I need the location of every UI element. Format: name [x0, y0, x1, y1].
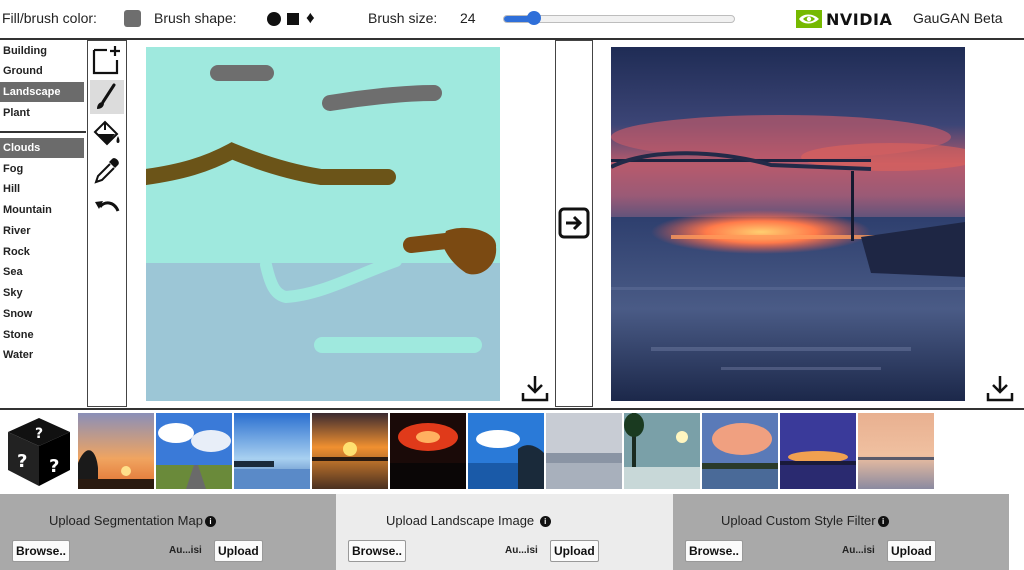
upload-landscape-title-text: Upload Landscape Image: [386, 513, 535, 528]
download-output-icon[interactable]: [985, 373, 1015, 403]
right-gutter: [1009, 494, 1024, 570]
info-icon[interactable]: i: [204, 516, 216, 528]
label-building[interactable]: Building: [0, 41, 84, 61]
brush-icon[interactable]: [90, 80, 124, 114]
label-plant[interactable]: Plant: [0, 103, 84, 123]
upload-landscape-title: Upload Landscape Image i: [386, 513, 551, 528]
upload-landscape-panel: Upload Landscape Image i Browse.. Au...i…: [336, 494, 673, 570]
download-segmentation-icon[interactable]: [520, 373, 550, 403]
style-thumbnail-pink-clouds[interactable]: [702, 413, 778, 489]
app-title: GauGAN Beta: [913, 10, 1003, 26]
label-group-divider: [0, 131, 86, 133]
label-water[interactable]: Water: [0, 345, 84, 365]
upload-segmentation-panel: Upload Segmentation Map i Browse.. Au...i…: [0, 494, 336, 570]
new-canvas-icon[interactable]: [90, 43, 124, 77]
label-stone[interactable]: Stone: [0, 325, 84, 345]
label-mountain[interactable]: Mountain: [0, 200, 84, 220]
label-landscape[interactable]: Landscape: [0, 82, 84, 102]
label-fog[interactable]: Fog: [0, 159, 84, 179]
style-thumbnail-blue-sky-lake[interactable]: [234, 413, 310, 489]
svg-text:?: ?: [35, 426, 43, 442]
style-thumbnail-tree-water[interactable]: [624, 413, 700, 489]
browse-landscape-button[interactable]: Browse..: [348, 540, 407, 562]
style-thumbnail-clouds-road[interactable]: [156, 413, 232, 489]
info-icon[interactable]: i: [877, 516, 889, 528]
upload-style-title: Upload Custom Style Filter i: [721, 513, 889, 528]
brush-size-label: Brush size:: [368, 10, 438, 26]
generated-landscape-image: [611, 47, 965, 401]
label-list: Building Ground Landscape Plant Clouds F…: [0, 40, 86, 408]
random-style-dice-icon[interactable]: ? ? ?: [4, 414, 74, 488]
nvidia-brand-name: NVIDIA: [826, 9, 893, 29]
brush-shape-label: Brush shape:: [154, 10, 237, 26]
upload-segmentation-title-text: Upload Segmentation Map: [49, 513, 203, 528]
upload-style-panel: Upload Custom Style Filter i Browse.. Au.…: [673, 494, 1009, 570]
brush-color-swatch[interactable]: [124, 10, 141, 27]
brush-size-slider[interactable]: [503, 11, 735, 25]
label-ground[interactable]: Ground: [0, 61, 84, 81]
upload-segmentation-button[interactable]: Upload: [214, 540, 263, 562]
label-clouds[interactable]: Clouds: [0, 138, 84, 158]
label-sky[interactable]: Sky: [0, 283, 84, 303]
brush-size-slider-thumb[interactable]: [527, 11, 541, 25]
segmentation-canvas[interactable]: [146, 47, 500, 401]
eyedropper-icon[interactable]: [90, 154, 124, 188]
style-thumbnail-purple-sunset[interactable]: [780, 413, 856, 489]
upload-segmentation-title: Upload Segmentation Map i: [49, 513, 216, 528]
browse-style-button[interactable]: Browse..: [685, 540, 744, 562]
svg-text:?: ?: [49, 456, 59, 477]
square-brush-shape-icon[interactable]: [287, 13, 299, 25]
label-sea[interactable]: Sea: [0, 262, 84, 282]
fill-color-label: Fill/brush color:: [2, 10, 97, 26]
brush-size-value: 24: [460, 10, 476, 26]
landscape-file-name: Au...isi: [505, 545, 538, 556]
circle-brush-shape-icon[interactable]: [267, 12, 281, 26]
undo-icon[interactable]: [90, 191, 124, 225]
style-thumbnail-sunset-lake[interactable]: [312, 413, 388, 489]
generate-column: [555, 40, 593, 407]
diamond-brush-shape-icon[interactable]: ♦: [306, 9, 315, 26]
upload-style-title-text: Upload Custom Style Filter: [721, 513, 876, 528]
style-file-name: Au...isi: [842, 545, 875, 556]
segmentation-file-name: Au...isi: [169, 545, 202, 556]
info-icon[interactable]: i: [539, 516, 551, 528]
label-river[interactable]: River: [0, 221, 84, 241]
top-toolbar: Fill/brush color: Brush shape: ♦ Brush s…: [0, 0, 1024, 40]
style-thumbnail-strip: ? ? ?: [0, 408, 1024, 496]
fill-bucket-icon[interactable]: [90, 117, 124, 151]
nvidia-logo: NVIDIA: [796, 8, 892, 30]
style-thumbnail-coastal-cliffs[interactable]: [468, 413, 544, 489]
upload-style-button[interactable]: Upload: [887, 540, 936, 562]
style-thumbnail-calm-sunset[interactable]: [858, 413, 934, 489]
upload-landscape-button[interactable]: Upload: [550, 540, 599, 562]
style-thumbnail-sunset-trees[interactable]: [78, 413, 154, 489]
nvidia-eye-icon: [796, 10, 822, 28]
browse-segmentation-button[interactable]: Browse..: [12, 540, 71, 562]
label-rock[interactable]: Rock: [0, 242, 84, 262]
label-hill[interactable]: Hill: [0, 179, 84, 199]
label-snow[interactable]: Snow: [0, 304, 84, 324]
tool-column: [87, 40, 127, 407]
style-thumbnail-grey-beach[interactable]: [546, 413, 622, 489]
style-thumbnail-red-sunset[interactable]: [390, 413, 466, 489]
svg-text:?: ?: [17, 451, 27, 472]
generate-arrow-icon[interactable]: [558, 207, 590, 239]
